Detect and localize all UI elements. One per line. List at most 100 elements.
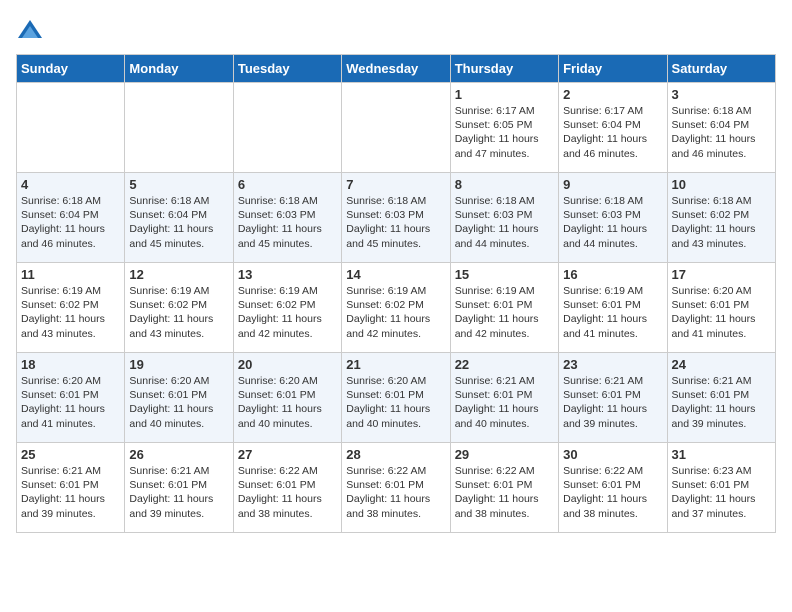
cell-line: Sunset: 6:02 PM <box>129 298 228 312</box>
cell-line: Sunset: 6:03 PM <box>563 208 662 222</box>
day-number: 7 <box>346 177 445 192</box>
calendar-cell: 18Sunrise: 6:20 AMSunset: 6:01 PMDayligh… <box>17 353 125 443</box>
calendar-week-2: 4Sunrise: 6:18 AMSunset: 6:04 PMDaylight… <box>17 173 776 263</box>
cell-line: Daylight: 11 hours <box>455 222 554 236</box>
cell-line: Daylight: 11 hours <box>563 402 662 416</box>
cell-line: and 45 minutes. <box>238 237 337 251</box>
cell-line: Sunrise: 6:18 AM <box>672 104 771 118</box>
logo-icon <box>16 16 44 44</box>
calendar-cell: 30Sunrise: 6:22 AMSunset: 6:01 PMDayligh… <box>559 443 667 533</box>
cell-line: Daylight: 11 hours <box>21 402 120 416</box>
day-number: 13 <box>238 267 337 282</box>
cell-line: Daylight: 11 hours <box>238 492 337 506</box>
cell-line: Sunset: 6:03 PM <box>346 208 445 222</box>
cell-line: Sunrise: 6:17 AM <box>455 104 554 118</box>
day-number: 3 <box>672 87 771 102</box>
cell-line: Daylight: 11 hours <box>563 492 662 506</box>
day-number: 6 <box>238 177 337 192</box>
cell-line: and 47 minutes. <box>455 147 554 161</box>
day-number: 2 <box>563 87 662 102</box>
day-number: 12 <box>129 267 228 282</box>
day-number: 14 <box>346 267 445 282</box>
day-number: 15 <box>455 267 554 282</box>
cell-line: and 43 minutes. <box>21 327 120 341</box>
header-row: SundayMondayTuesdayWednesdayThursdayFrid… <box>17 55 776 83</box>
day-number: 22 <box>455 357 554 372</box>
cell-line: Sunrise: 6:20 AM <box>238 374 337 388</box>
calendar-cell: 7Sunrise: 6:18 AMSunset: 6:03 PMDaylight… <box>342 173 450 263</box>
calendar-cell: 2Sunrise: 6:17 AMSunset: 6:04 PMDaylight… <box>559 83 667 173</box>
calendar-cell: 12Sunrise: 6:19 AMSunset: 6:02 PMDayligh… <box>125 263 233 353</box>
cell-line: Sunset: 6:01 PM <box>455 478 554 492</box>
cell-line: Sunrise: 6:19 AM <box>346 284 445 298</box>
calendar-week-4: 18Sunrise: 6:20 AMSunset: 6:01 PMDayligh… <box>17 353 776 443</box>
calendar-cell: 20Sunrise: 6:20 AMSunset: 6:01 PMDayligh… <box>233 353 341 443</box>
cell-line: Sunrise: 6:18 AM <box>672 194 771 208</box>
calendar-week-5: 25Sunrise: 6:21 AMSunset: 6:01 PMDayligh… <box>17 443 776 533</box>
cell-line: Sunrise: 6:18 AM <box>238 194 337 208</box>
cell-line: and 45 minutes. <box>129 237 228 251</box>
calendar-cell: 11Sunrise: 6:19 AMSunset: 6:02 PMDayligh… <box>17 263 125 353</box>
cell-line: Sunrise: 6:19 AM <box>563 284 662 298</box>
calendar-cell: 1Sunrise: 6:17 AMSunset: 6:05 PMDaylight… <box>450 83 558 173</box>
cell-line: Sunset: 6:01 PM <box>563 298 662 312</box>
cell-line: Daylight: 11 hours <box>21 492 120 506</box>
calendar-cell: 16Sunrise: 6:19 AMSunset: 6:01 PMDayligh… <box>559 263 667 353</box>
day-number: 16 <box>563 267 662 282</box>
cell-line: Daylight: 11 hours <box>346 222 445 236</box>
calendar-week-3: 11Sunrise: 6:19 AMSunset: 6:02 PMDayligh… <box>17 263 776 353</box>
cell-line: and 41 minutes. <box>21 417 120 431</box>
day-header-tuesday: Tuesday <box>233 55 341 83</box>
cell-line: Daylight: 11 hours <box>672 312 771 326</box>
calendar-table: SundayMondayTuesdayWednesdayThursdayFrid… <box>16 54 776 533</box>
calendar-cell: 10Sunrise: 6:18 AMSunset: 6:02 PMDayligh… <box>667 173 775 263</box>
cell-line: and 38 minutes. <box>563 507 662 521</box>
cell-line: Sunrise: 6:20 AM <box>21 374 120 388</box>
calendar-cell: 3Sunrise: 6:18 AMSunset: 6:04 PMDaylight… <box>667 83 775 173</box>
cell-line: Daylight: 11 hours <box>129 312 228 326</box>
day-number: 19 <box>129 357 228 372</box>
cell-line: Daylight: 11 hours <box>238 402 337 416</box>
cell-line: and 39 minutes. <box>21 507 120 521</box>
day-number: 18 <box>21 357 120 372</box>
cell-line: and 40 minutes. <box>346 417 445 431</box>
calendar-cell: 14Sunrise: 6:19 AMSunset: 6:02 PMDayligh… <box>342 263 450 353</box>
cell-line: and 38 minutes. <box>346 507 445 521</box>
cell-line: Sunset: 6:01 PM <box>455 388 554 402</box>
cell-line: and 44 minutes. <box>563 237 662 251</box>
day-number: 24 <box>672 357 771 372</box>
calendar-cell <box>17 83 125 173</box>
cell-line: and 38 minutes. <box>455 507 554 521</box>
calendar-cell: 29Sunrise: 6:22 AMSunset: 6:01 PMDayligh… <box>450 443 558 533</box>
day-number: 27 <box>238 447 337 462</box>
day-number: 20 <box>238 357 337 372</box>
day-header-monday: Monday <box>125 55 233 83</box>
cell-line: Sunrise: 6:21 AM <box>21 464 120 478</box>
cell-line: and 42 minutes. <box>346 327 445 341</box>
calendar-week-1: 1Sunrise: 6:17 AMSunset: 6:05 PMDaylight… <box>17 83 776 173</box>
cell-line: and 39 minutes. <box>672 417 771 431</box>
cell-line: Daylight: 11 hours <box>129 402 228 416</box>
cell-line: Daylight: 11 hours <box>129 492 228 506</box>
cell-line: and 39 minutes. <box>129 507 228 521</box>
cell-line: and 37 minutes. <box>672 507 771 521</box>
calendar-cell: 15Sunrise: 6:19 AMSunset: 6:01 PMDayligh… <box>450 263 558 353</box>
cell-line: and 39 minutes. <box>563 417 662 431</box>
cell-line: Daylight: 11 hours <box>455 402 554 416</box>
cell-line: Sunrise: 6:20 AM <box>672 284 771 298</box>
cell-line: Sunrise: 6:22 AM <box>455 464 554 478</box>
cell-line: Daylight: 11 hours <box>21 312 120 326</box>
cell-line: Sunset: 6:01 PM <box>563 388 662 402</box>
cell-line: Daylight: 11 hours <box>21 222 120 236</box>
cell-line: and 44 minutes. <box>455 237 554 251</box>
calendar-cell: 21Sunrise: 6:20 AMSunset: 6:01 PMDayligh… <box>342 353 450 443</box>
day-number: 30 <box>563 447 662 462</box>
day-header-thursday: Thursday <box>450 55 558 83</box>
cell-line: and 42 minutes. <box>238 327 337 341</box>
cell-line: Sunrise: 6:18 AM <box>455 194 554 208</box>
cell-line: Sunrise: 6:21 AM <box>672 374 771 388</box>
day-number: 21 <box>346 357 445 372</box>
cell-line: Daylight: 11 hours <box>346 492 445 506</box>
calendar-cell: 22Sunrise: 6:21 AMSunset: 6:01 PMDayligh… <box>450 353 558 443</box>
cell-line: Sunrise: 6:21 AM <box>129 464 228 478</box>
